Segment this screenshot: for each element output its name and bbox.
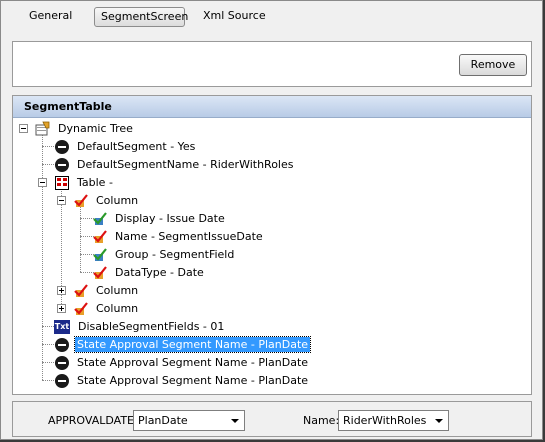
check-icon [92, 211, 108, 227]
tree-node-default-segment[interactable]: DefaultSegment - Yes [54, 138, 197, 155]
properties-panel: APPROVALDATE: PlanDate Name: RiderWithRo… [12, 401, 532, 437]
collapse-column-toggle[interactable] [57, 196, 66, 205]
check-icon [92, 229, 108, 245]
tree-node-column[interactable]: Column [73, 300, 140, 317]
tree-node-disable-segment-fields[interactable]: Txt DisableSegmentFields - 01 [54, 318, 226, 335]
tree-node-state-approval-selected[interactable]: State Approval Segment Name - PlanDate [54, 336, 312, 353]
remove-circle-icon [55, 355, 69, 370]
chevron-down-icon [435, 419, 443, 423]
tab-general[interactable]: General [23, 7, 78, 27]
remove-circle-icon [55, 157, 69, 172]
segment-editor-window: General SegmentScreen Xml Source Remove … [0, 0, 543, 440]
tab-bar: General SegmentScreen Xml Source [1, 1, 542, 32]
tree-node-group[interactable]: Group - SegmentField [92, 246, 236, 263]
tree-root-icon [35, 121, 51, 137]
expand-column-toggle[interactable] [57, 286, 66, 295]
check-icon [73, 193, 89, 209]
tree-node-datatype[interactable]: DataType - Date [92, 264, 206, 281]
check-icon [92, 247, 108, 263]
approvaldate-select[interactable]: PlanDate [133, 410, 245, 431]
tree-node-column[interactable]: Column [73, 192, 140, 209]
tree-node-column[interactable]: Column [73, 282, 140, 299]
approvaldate-value: PlanDate [138, 414, 188, 427]
tree-node-name[interactable]: Name - SegmentIssueDate [92, 228, 265, 245]
tree-node-table[interactable]: Table - [54, 174, 115, 191]
tab-xml-source[interactable]: Xml Source [197, 7, 272, 27]
remove-button[interactable]: Remove [459, 54, 527, 76]
tree-node-display[interactable]: Display - Issue Date [92, 210, 227, 227]
collapse-root-toggle[interactable] [19, 124, 28, 133]
check-icon [73, 301, 89, 317]
expand-column-toggle[interactable] [57, 304, 66, 313]
tree-node-root[interactable]: Dynamic Tree [35, 120, 135, 137]
check-icon [73, 283, 89, 299]
remove-circle-icon [55, 139, 69, 154]
name-label: Name: [303, 414, 340, 427]
text-icon: Txt [54, 319, 70, 334]
name-select[interactable]: RiderWithRoles [338, 410, 449, 431]
segment-table-header: SegmentTable [13, 96, 531, 118]
collapse-table-toggle[interactable] [38, 178, 47, 187]
check-icon [92, 265, 108, 281]
actions-panel: Remove [12, 41, 532, 87]
approvaldate-label: APPROVALDATE: [48, 414, 138, 427]
name-value: RiderWithRoles [343, 414, 427, 427]
tree-node-default-segment-name[interactable]: DefaultSegmentName - RiderWithRoles [54, 156, 296, 173]
tree-node-state-approval[interactable]: State Approval Segment Name - PlanDate [54, 372, 310, 389]
tab-segment-screen[interactable]: SegmentScreen [94, 7, 188, 27]
remove-circle-icon [55, 337, 69, 352]
chevron-down-icon [231, 419, 239, 423]
segment-table-panel: SegmentTable Dynamic Tree DefaultSegment… [12, 95, 532, 395]
tree-guide [80, 206, 81, 272]
remove-circle-icon [55, 373, 69, 388]
table-icon [55, 175, 69, 190]
tree-node-state-approval[interactable]: State Approval Segment Name - PlanDate [54, 354, 310, 371]
